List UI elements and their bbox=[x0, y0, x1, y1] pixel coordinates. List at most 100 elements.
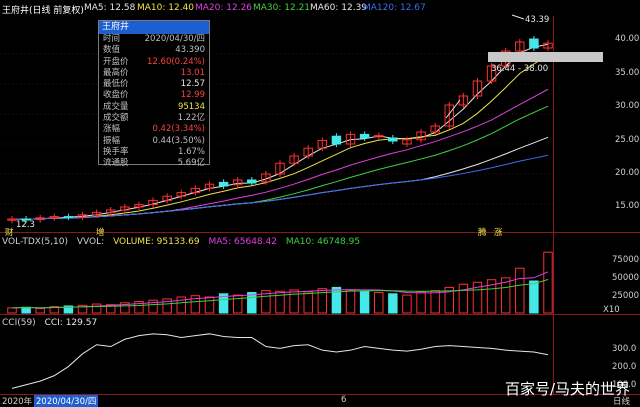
stock-chart[interactable] bbox=[0, 0, 640, 406]
price-axis-label: 25.00 bbox=[615, 135, 640, 145]
info-row: 成交量 95134 bbox=[99, 102, 209, 113]
vol-ma5-value: MA5: 65648.42 bbox=[208, 237, 277, 247]
info-row-label: 成交额 bbox=[103, 113, 129, 124]
volume-bars bbox=[7, 251, 553, 314]
info-row-value: 0.42(3.34%) bbox=[152, 124, 205, 135]
volume-bar bbox=[374, 292, 384, 314]
volume-bar bbox=[35, 308, 45, 314]
high-pointer-line bbox=[511, 14, 525, 20]
cci-panel-labels: CCI(59) CCI: 129.57 bbox=[2, 318, 103, 328]
info-row-value: 2020/04/30/四 bbox=[144, 34, 205, 44]
vvol-label: VVOL: bbox=[76, 237, 105, 247]
info-row: 换手率 1.67% bbox=[99, 147, 209, 158]
vol-axis-label: 75000 bbox=[612, 255, 640, 265]
info-row-label: 涨幅 bbox=[103, 124, 121, 135]
price-range-highlight bbox=[488, 52, 603, 62]
volume-value: VOLUME: 95133.69 bbox=[113, 237, 200, 247]
moving-average-lines bbox=[11, 43, 549, 220]
info-row-value: 1.67% bbox=[177, 146, 205, 157]
volume-bar bbox=[289, 289, 299, 314]
cci-indicator-name: CCI(59) bbox=[2, 318, 36, 328]
quote-info-panel: 王府井 时间 2020/04/30/四数值 43.390 开盘价 12.60(0.24%… bbox=[98, 20, 210, 168]
volume-bar bbox=[402, 294, 412, 314]
info-row-value: 12.57 bbox=[180, 79, 205, 90]
ma-line bbox=[11, 54, 549, 220]
cci-polyline bbox=[11, 333, 549, 389]
vol-unit-label: X10 bbox=[603, 305, 620, 315]
vol-axis-label: 25000 bbox=[612, 291, 640, 301]
cci-line bbox=[11, 333, 549, 389]
tag-teng: 腾 bbox=[478, 228, 487, 238]
watermark: 百家号/马夫的世界 bbox=[504, 380, 630, 398]
info-row-value: 1.22亿 bbox=[177, 113, 205, 124]
info-row: 收盘价 12.99 bbox=[99, 90, 209, 101]
info-row-value: 12.60(0.24%) bbox=[147, 56, 205, 67]
candle-body bbox=[331, 135, 342, 145]
volume-bar bbox=[515, 267, 525, 314]
info-row-label: 时间 bbox=[103, 34, 121, 44]
month-marker: 6 bbox=[341, 395, 347, 405]
volume-bar bbox=[204, 296, 215, 314]
cci-axis-label: 300.0 bbox=[612, 344, 637, 354]
info-row: 振幅 0.44(3.50%) bbox=[99, 136, 209, 147]
volume-bar bbox=[529, 280, 539, 314]
volume-bar bbox=[232, 294, 243, 314]
info-row-label: 最低价 bbox=[103, 79, 129, 90]
volume-bar bbox=[345, 289, 356, 314]
candle-body bbox=[247, 179, 257, 184]
vol-axis-label: 50000 bbox=[612, 273, 640, 283]
info-row-label: 最高价 bbox=[103, 67, 129, 78]
price-axis-label: 20.00 bbox=[615, 168, 640, 178]
info-row-label: 换手率 bbox=[103, 146, 129, 157]
info-row: 流通股 5.69亿 bbox=[99, 158, 209, 169]
info-row-value: 13.01 bbox=[180, 67, 205, 78]
info-row-value: 12.99 bbox=[180, 90, 205, 101]
info-row-label: 数值 bbox=[103, 45, 121, 56]
info-row: 时间 2020/04/30/四 bbox=[99, 34, 209, 45]
volume-bar bbox=[303, 291, 313, 314]
ma-line bbox=[11, 43, 549, 220]
volume-bar bbox=[543, 251, 553, 314]
volume-bar bbox=[458, 283, 469, 314]
info-row: 开盘价 12.60(0.24%) bbox=[99, 57, 209, 68]
volume-bar bbox=[359, 290, 370, 314]
cci-value: CCI: 129.57 bbox=[44, 318, 98, 328]
info-row-value: 5.69亿 bbox=[177, 158, 205, 169]
info-row-value: 0.44(3.50%) bbox=[152, 135, 205, 146]
candle-body bbox=[388, 137, 398, 142]
price-axis-label: 35.00 bbox=[615, 68, 640, 78]
candle-body bbox=[218, 181, 229, 187]
volume-bar bbox=[91, 303, 102, 314]
candle-body bbox=[359, 133, 370, 139]
tag-zhang: 涨 bbox=[494, 228, 503, 238]
price-axis-label: 15.00 bbox=[615, 201, 640, 211]
candle-body bbox=[529, 38, 539, 49]
cci-axis-label: 200.0 bbox=[612, 362, 637, 372]
info-row-label: 振幅 bbox=[103, 135, 121, 146]
vol-ma10-value: MA10: 46748.95 bbox=[285, 237, 361, 247]
info-row-value: 43.390 bbox=[175, 45, 205, 56]
candlesticks bbox=[7, 36, 553, 224]
range-label: 36.44 - 38.00 bbox=[491, 64, 549, 74]
high-label: 43.39 bbox=[525, 15, 550, 25]
info-row-label: 成交量 bbox=[103, 101, 129, 112]
volume-bar bbox=[7, 307, 17, 314]
price-axis-label: 30.00 bbox=[615, 101, 640, 111]
info-row-value: 95134 bbox=[177, 101, 205, 112]
candle-body bbox=[63, 216, 74, 219]
left-price-marker: 12.3 bbox=[16, 220, 35, 230]
volume-panel-labels: VOL-TDX(5,10) VVOL: VOLUME: 95133.69 MA5… bbox=[2, 237, 366, 247]
info-row-label: 收盘价 bbox=[103, 90, 129, 101]
info-row: 最高价 13.01 bbox=[99, 68, 209, 79]
info-row: 最低价 12.57 bbox=[99, 79, 209, 90]
volume-bar bbox=[430, 290, 440, 314]
vol-indicator-name: VOL-TDX(5,10) bbox=[2, 237, 69, 247]
info-row-label: 流通股 bbox=[103, 158, 129, 169]
volume-bar bbox=[416, 291, 426, 314]
price-axis-label: 40.00 bbox=[615, 34, 640, 44]
year-label: 2020年 bbox=[2, 397, 33, 407]
info-row: 成交额 1.22亿 bbox=[99, 113, 209, 124]
info-row: 涨幅 0.42(3.34%) bbox=[99, 124, 209, 135]
volume-bar bbox=[388, 293, 398, 314]
info-panel-title: 王府井 bbox=[99, 21, 209, 34]
